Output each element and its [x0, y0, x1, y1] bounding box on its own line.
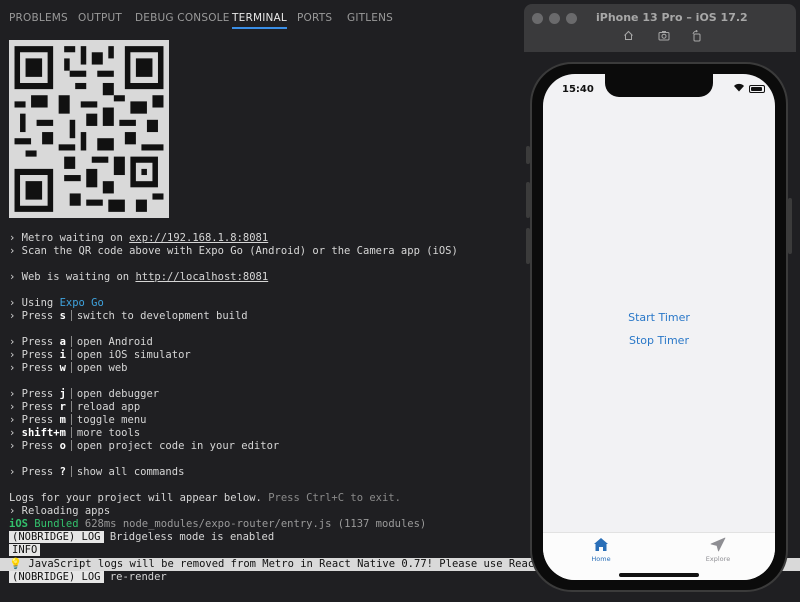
command-line: › Press mtoggle menu — [9, 414, 146, 427]
start-timer-button[interactable]: Start Timer — [543, 311, 775, 324]
info-tag: INFO — [9, 544, 40, 556]
tab-problems[interactable]: PROBLEMS — [9, 12, 68, 24]
tab-explore[interactable]: Explore — [678, 537, 758, 563]
zoom-window-button[interactable] — [566, 13, 577, 24]
rotate-icon[interactable] — [690, 30, 704, 44]
log-tag: (NOBRIDGE) LOG — [9, 571, 104, 583]
tab-home[interactable]: Home — [561, 537, 641, 563]
command-line: › Press jopen debugger — [9, 388, 159, 401]
log-line: (NOBRIDGE) LOG Bridgeless mode is enable… — [9, 531, 274, 544]
command-line: › Press iopen iOS simulator — [9, 349, 191, 362]
using-line: › Using Expo Go — [9, 297, 104, 310]
status-time: 15:40 — [562, 84, 594, 95]
scan-line: › Scan the QR code above with Expo Go (A… — [9, 245, 458, 258]
tab-debug-console[interactable]: DEBUG CONSOLE — [135, 12, 230, 24]
home-icon — [561, 537, 641, 553]
volume-up-button — [526, 182, 530, 218]
simulator-title: iPhone 13 Pro – iOS 17.2 — [596, 11, 748, 24]
command-line: › Press oopen project code in your edito… — [9, 440, 279, 453]
logs-line: Logs for your project will appear below.… — [9, 492, 401, 505]
minimize-window-button[interactable] — [549, 13, 560, 24]
tab-gitlens[interactable]: GITLENS — [347, 12, 393, 24]
metro-url-link[interactable]: exp://192.168.1.8:8081 — [129, 232, 268, 244]
simulator-titlebar[interactable]: iPhone 13 Pro – iOS 17.2 — [524, 4, 796, 52]
stop-timer-button[interactable]: Stop Timer — [543, 334, 775, 347]
log-tag: (NOBRIDGE) LOG — [9, 531, 104, 543]
close-window-button[interactable] — [532, 13, 543, 24]
notch — [605, 74, 713, 97]
info-line: INFO — [9, 544, 40, 557]
qr-code — [9, 40, 169, 218]
web-url-link[interactable]: http://localhost:8081 — [135, 271, 268, 283]
volume-down-button — [526, 228, 530, 264]
wifi-icon — [733, 83, 745, 95]
command-line: › shift+mmore tools — [9, 427, 140, 440]
power-button — [788, 198, 792, 254]
home-button-icon[interactable] — [621, 30, 635, 44]
status-icons — [733, 84, 765, 94]
screenshot-icon[interactable] — [657, 30, 671, 44]
metro-line: › Metro waiting on exp://192.168.1.8:808… — [9, 232, 268, 245]
command-line: › Press ?show all commands — [9, 466, 184, 479]
bundled-line: iOS Bundled 628ms node_modules/expo-rout… — [9, 518, 426, 531]
tab-output[interactable]: OUTPUT — [78, 12, 122, 24]
home-indicator — [619, 573, 699, 577]
battery-icon — [749, 85, 765, 93]
tab-terminal[interactable]: TERMINAL — [232, 12, 287, 24]
iphone-frame: 15:40 Start Timer Stop Timer Home Explor… — [530, 62, 788, 592]
mute-switch — [526, 146, 530, 164]
paper-plane-icon — [678, 537, 758, 553]
app-screen: 15:40 Start Timer Stop Timer Home Explor… — [543, 74, 775, 580]
reloading-line: › Reloading apps — [9, 505, 110, 518]
command-line: › Press rreload app — [9, 401, 140, 414]
web-line: › Web is waiting on http://localhost:808… — [9, 271, 268, 284]
command-line: › Press sswitch to development build — [9, 310, 248, 323]
tab-ports[interactable]: PORTS — [297, 12, 332, 24]
command-line: › Press wopen web — [9, 362, 128, 375]
command-line: › Press aopen Android — [9, 336, 153, 349]
log-line: (NOBRIDGE) LOG re-render — [9, 571, 167, 584]
